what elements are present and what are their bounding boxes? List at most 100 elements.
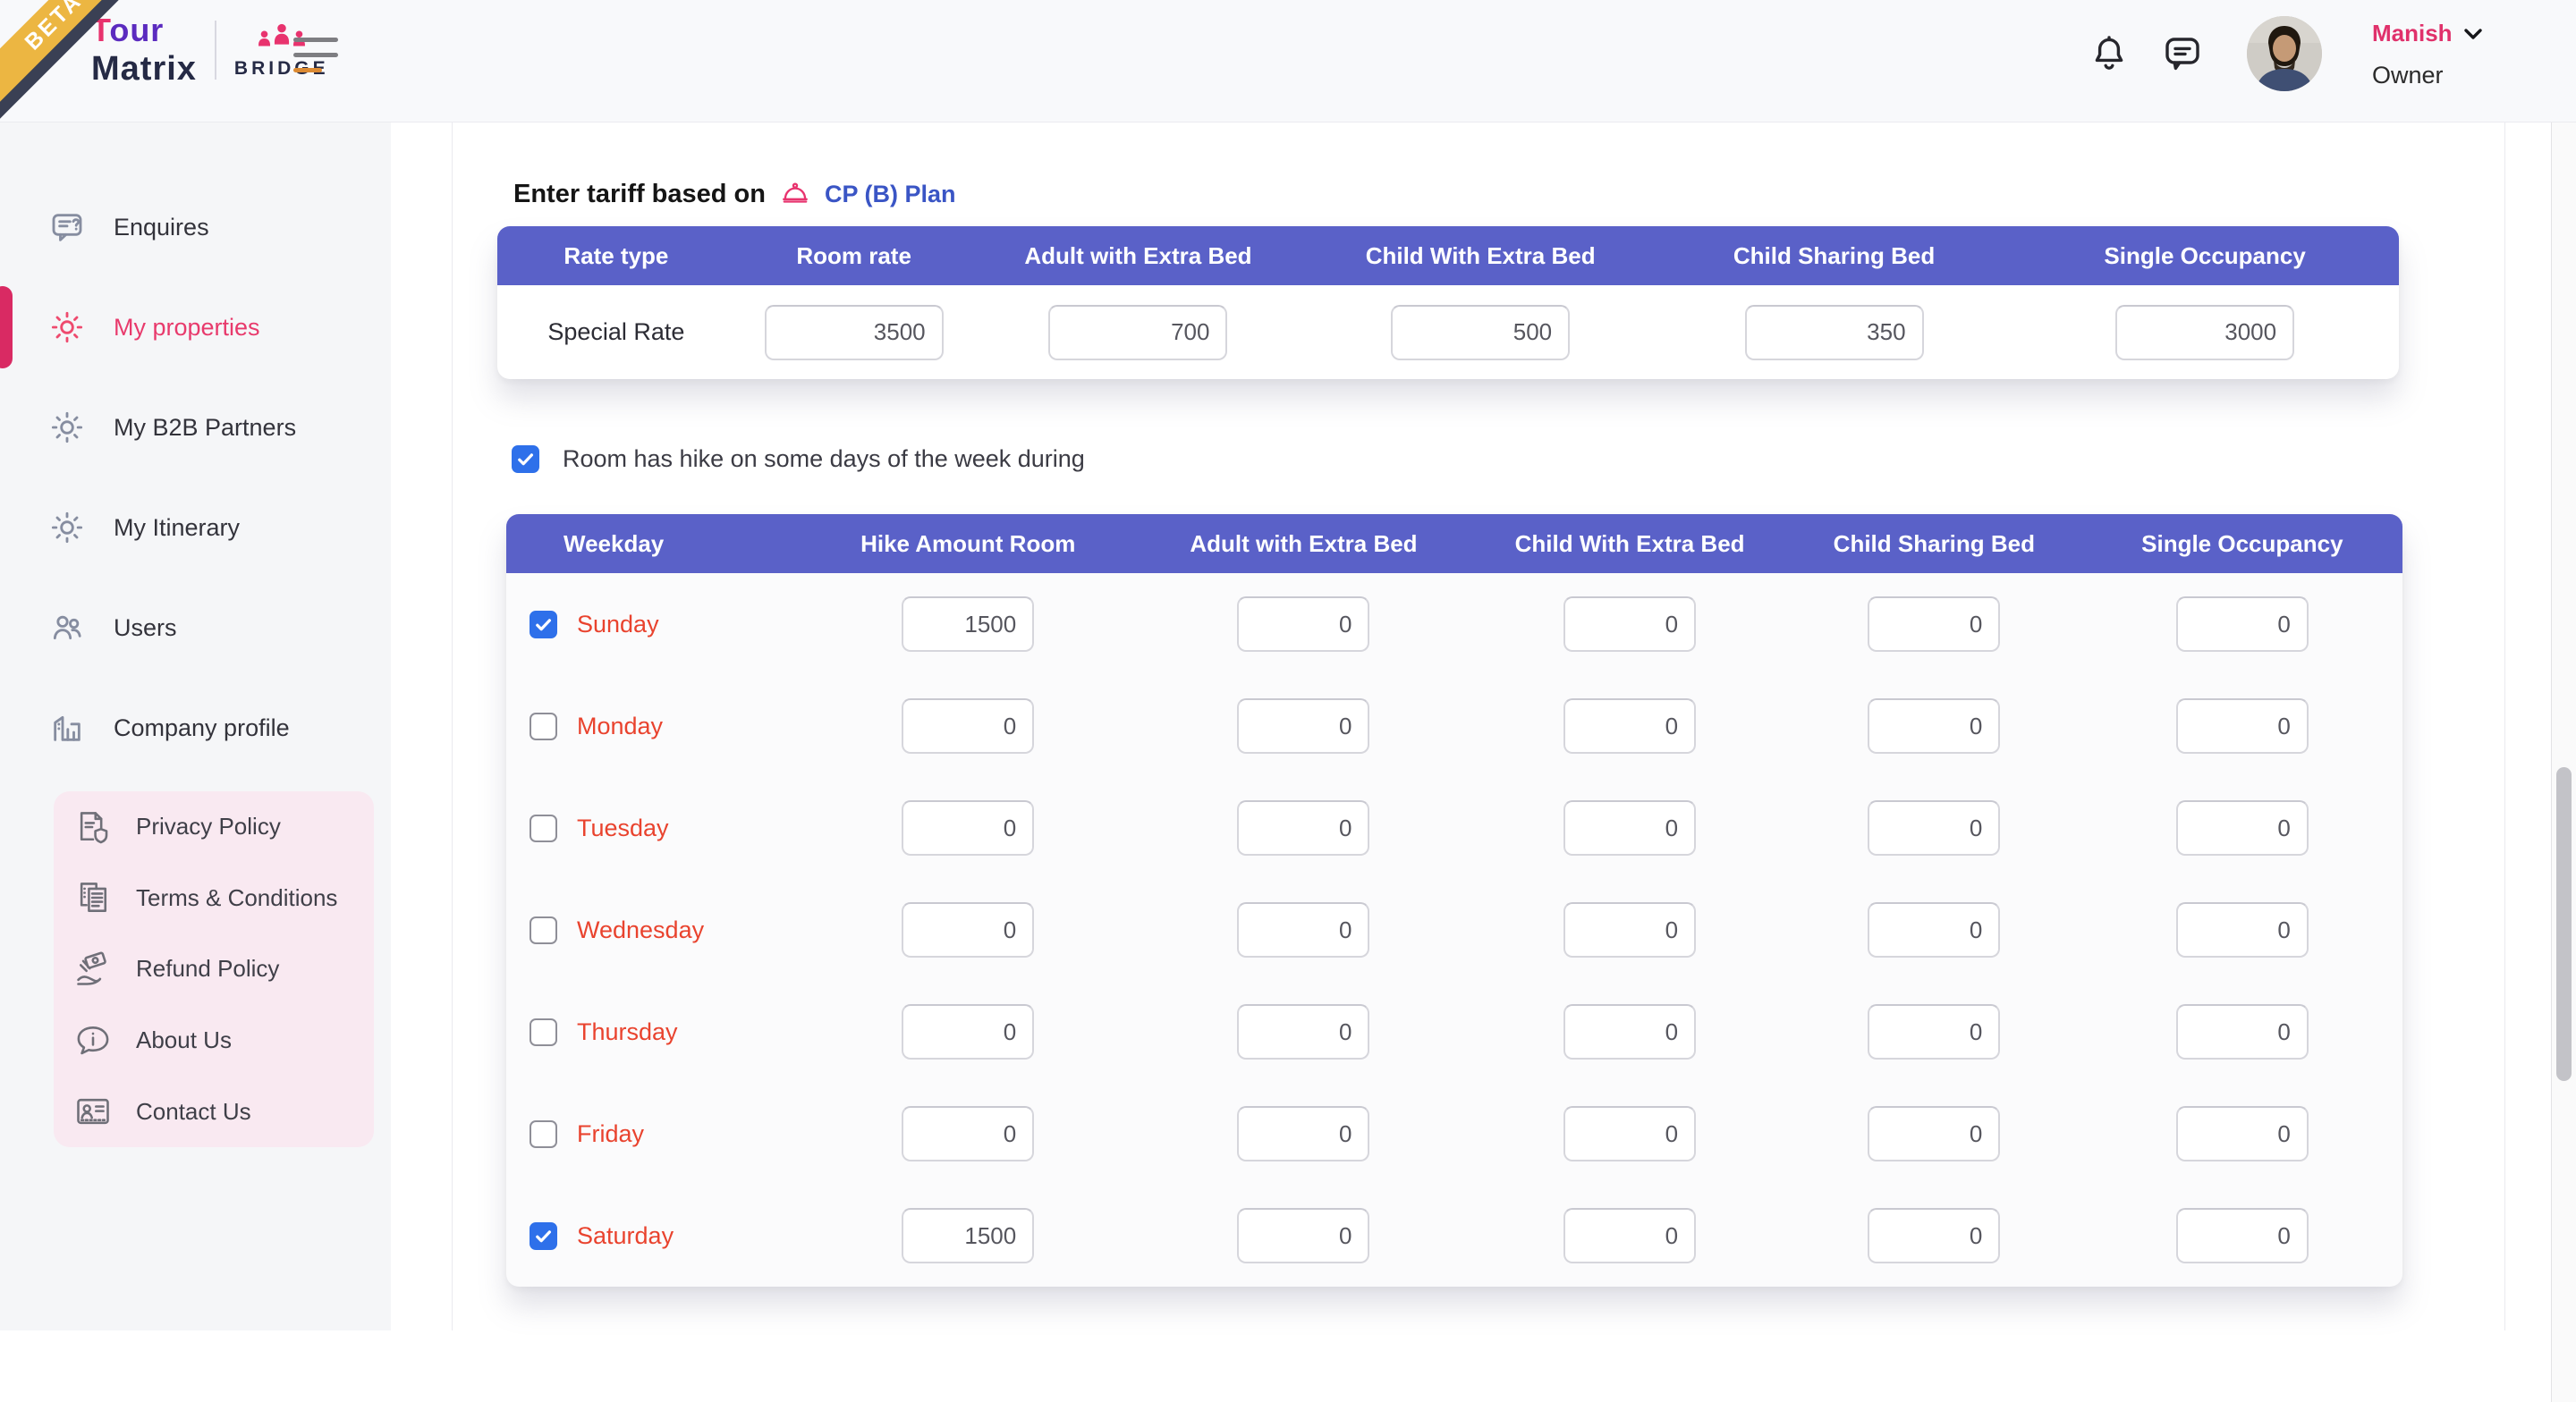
messages-icon[interactable] [2161,32,2204,75]
logo-line1: Tour [91,14,197,46]
child-sharing-bed-input[interactable] [1868,1106,2000,1161]
weekday-checkbox[interactable] [530,916,557,944]
avatar-photo [2247,16,2322,91]
logo-line2: Matrix [91,52,197,86]
sidebar-item-my-itinerary[interactable]: My Itinerary [49,505,240,550]
document-shield-icon [73,807,113,847]
tariff-heading: Enter tariff based on [513,180,766,209]
page-scrollbar-thumb[interactable] [2556,767,2572,1081]
weekday-row-saturday: Saturday [506,1185,2402,1287]
single-occupancy-input[interactable] [2115,305,2294,360]
user-avatar[interactable] [2247,16,2322,91]
sidebar-item-terms-conditions[interactable]: Terms & Conditions [54,863,374,934]
user-block[interactable]: Manish Owner [2372,20,2483,89]
weekday-label: Tuesday [577,815,669,842]
single-occupancy-input[interactable] [2176,698,2309,754]
child-extra-bed-input[interactable] [1563,596,1696,652]
weekday-row-sunday: Sunday [506,573,2402,675]
sidebar-item-my-properties[interactable]: My properties [49,305,260,350]
sidebar-item-my-b2b-partners[interactable]: My B2B Partners [49,405,296,450]
logo-wordmark: Tour Matrix [91,14,197,86]
hike-amount-input[interactable] [902,800,1034,856]
plan-link[interactable]: CP (B) Plan [825,181,956,208]
adult-extra-bed-input[interactable] [1237,596,1369,652]
single-occupancy-input[interactable] [2176,800,2309,856]
single-occupancy-input[interactable] [2176,1106,2309,1161]
weekday-checkbox[interactable] [530,1222,557,1250]
adult-extra-bed-input[interactable] [1237,1106,1369,1161]
weekday-checkbox[interactable] [530,713,557,740]
building-chart-icon [49,710,85,746]
child-extra-bed-input[interactable] [1563,698,1696,754]
child-extra-bed-input[interactable] [1563,1208,1696,1263]
child-extra-bed-input[interactable] [1563,1004,1696,1060]
gear-icon [49,510,85,545]
sidebar-item-privacy-policy[interactable]: Privacy Policy [54,791,374,863]
hike-amount-input[interactable] [902,1208,1034,1263]
column-header: Weekday [506,530,802,558]
single-occupancy-input[interactable] [2176,1004,2309,1060]
child-sharing-bed-input[interactable] [1868,800,2000,856]
single-occupancy-input[interactable] [2176,902,2309,958]
main-content: Enter tariff based on CP (B) Plan Rate t… [452,122,2505,1330]
policy-item-label: Terms & Conditions [136,884,337,912]
hike-checkbox[interactable] [512,445,539,473]
sidebar-item-label: My properties [114,314,260,342]
weekday-checkbox[interactable] [530,1120,557,1148]
policy-item-label: Contact Us [136,1098,251,1126]
gear-icon [49,410,85,445]
weekday-label: Wednesday [577,916,704,944]
info-bubble-icon [73,1021,113,1060]
hamburger-menu-icon[interactable] [293,38,338,72]
adult-extra-bed-input[interactable] [1237,800,1369,856]
child-sharing-bed-input[interactable] [1868,902,2000,958]
hike-amount-input[interactable] [902,596,1034,652]
sidebar-item-about-us[interactable]: About Us [54,1005,374,1077]
hike-amount-input[interactable] [902,1004,1034,1060]
child-extra-bed-input[interactable] [1563,902,1696,958]
weekday-checkbox[interactable] [530,815,557,842]
sidebar-item-refund-policy[interactable]: Refund Policy [54,933,374,1005]
child-sharing-bed-input[interactable] [1745,305,1924,360]
policy-item-label: Refund Policy [136,955,279,983]
column-header: Hike Amount Room [802,530,1134,558]
child-sharing-bed-input[interactable] [1868,596,2000,652]
page-scrollbar-track[interactable] [2551,122,2576,1402]
sidebar-item-company-profile[interactable]: Company profile [49,705,290,750]
rate-type-label: Special Rate [497,318,735,346]
adult-extra-bed-input[interactable] [1048,305,1227,360]
weekday-row-friday: Friday [506,1083,2402,1185]
single-occupancy-input[interactable] [2176,596,2309,652]
child-extra-bed-input[interactable] [1563,800,1696,856]
sidebar-item-contact-us[interactable]: Contact Us [54,1076,374,1147]
child-extra-bed-input[interactable] [1391,305,1570,360]
column-header: Child With Extra Bed [1473,530,1786,558]
child-extra-bed-input[interactable] [1563,1106,1696,1161]
user-name: Manish [2372,20,2453,47]
hike-amount-input[interactable] [902,902,1034,958]
child-sharing-bed-input[interactable] [1868,698,2000,754]
column-header: Child Sharing Bed [1657,242,2011,270]
hand-money-icon [73,950,113,989]
adult-extra-bed-input[interactable] [1237,1208,1369,1263]
rate-table-row: Special Rate [497,285,2399,379]
weekday-checkbox[interactable] [530,1018,557,1046]
hike-amount-input[interactable] [902,698,1034,754]
column-header: Rate type [497,242,735,270]
adult-extra-bed-input[interactable] [1237,698,1369,754]
cloche-icon [780,179,810,209]
adult-extra-bed-input[interactable] [1237,902,1369,958]
room-rate-input[interactable] [765,305,944,360]
sidebar-item-users[interactable]: Users [49,605,177,650]
weekday-checkbox[interactable] [530,611,557,638]
child-sharing-bed-input[interactable] [1868,1004,2000,1060]
sidebar-item-enquires[interactable]: Enquires [49,205,209,249]
notification-bell-icon[interactable] [2088,32,2131,75]
single-occupancy-input[interactable] [2176,1208,2309,1263]
adult-extra-bed-input[interactable] [1237,1004,1369,1060]
column-header: Room rate [735,242,973,270]
chevron-down-icon[interactable] [2463,28,2483,40]
weekday-table-card: Weekday Hike Amount Room Adult with Extr… [506,514,2402,1287]
hike-amount-input[interactable] [902,1106,1034,1161]
child-sharing-bed-input[interactable] [1868,1208,2000,1263]
